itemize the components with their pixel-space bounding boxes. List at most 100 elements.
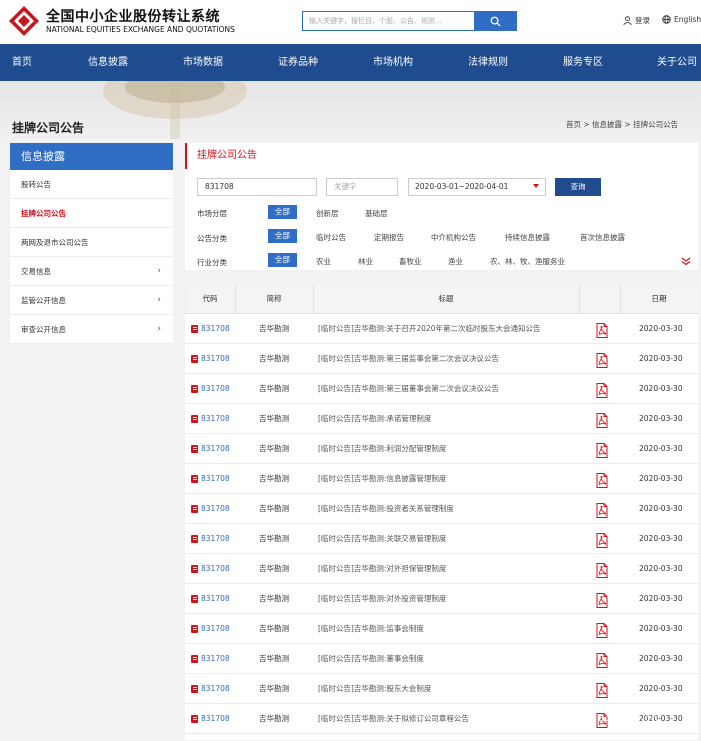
banner-image xyxy=(103,81,247,139)
stock-code-link[interactable]: 831708 xyxy=(191,644,230,674)
sidebar-item-regulatory-info[interactable]: 监管公开信息 › xyxy=(10,286,173,315)
logo-icon[interactable] xyxy=(8,5,40,37)
table-row[interactable]: 831708 吉华勘测 [临时公告]吉华勘测:信息披露管理制度 2020-03-30 xyxy=(185,464,698,494)
table-row[interactable]: 831708 吉华勘测 [临时公告]吉华勘测:监事会制度 2020-03-30 xyxy=(185,614,698,644)
pdf-download-button[interactable] xyxy=(596,471,608,488)
query-button[interactable]: 查询 xyxy=(555,178,601,196)
table-row[interactable]: 831708 吉华勘测 [临时公告]吉华勘测:承诺管理制度 2020-03-30 xyxy=(185,404,698,434)
filter-option-temporary[interactable]: 临时公告 xyxy=(316,232,346,243)
sidebar-item-trading-info[interactable]: 交易信息 › xyxy=(10,257,173,286)
pdf-download-button[interactable] xyxy=(596,321,608,338)
nav-item-home[interactable]: 首页 xyxy=(12,44,32,81)
pdf-download-button[interactable] xyxy=(596,651,608,668)
announcement-title-link[interactable]: [临时公告]吉华勘测:监事会制度 xyxy=(318,614,424,644)
announcement-title-link[interactable]: [临时公告]吉华勘测:投资者关系管理制度 xyxy=(318,494,454,524)
nav-item-about[interactable]: 关于公司 xyxy=(657,44,697,81)
announcement-title-link[interactable]: [临时公告]吉华勘测:信息披露管理制度 xyxy=(318,464,446,494)
table-row[interactable]: 831708 吉华勘测 [临时公告]吉华勘测:第三届董事会第二次会议决议公告 2020… xyxy=(185,374,698,404)
filter-option-tier-innovation[interactable]: 创新层 xyxy=(316,208,339,219)
table-row[interactable]: 831708 吉华勘测 [临时公告]吉华勘测:董事会制度 2020-03-30 xyxy=(185,644,698,674)
nav-item-market-data[interactable]: 市场数据 xyxy=(183,44,223,81)
stock-code-link[interactable]: 831708 xyxy=(191,464,230,494)
filter-option-continuous[interactable]: 持续信息披露 xyxy=(505,232,550,243)
filter-option-industry-all[interactable]: 全部 xyxy=(268,253,297,267)
table-row[interactable]: 831708 吉华勘测 [临时公告]吉华勘测:第三届监事会第二次会议决议公告 2020… xyxy=(185,344,698,374)
pdf-download-button[interactable] xyxy=(596,351,608,368)
search-button[interactable] xyxy=(474,11,517,31)
sidebar-item-exchange-notice[interactable]: 股转公告 xyxy=(10,170,173,199)
stock-code-link[interactable]: 831708 xyxy=(191,494,230,524)
filter-option-category-all[interactable]: 全部 xyxy=(268,229,297,243)
nav-item-institutions[interactable]: 市场机构 xyxy=(373,44,413,81)
stock-code-link[interactable]: 831708 xyxy=(191,674,230,704)
stock-code-link[interactable]: 831708 xyxy=(191,614,230,644)
announcement-title-link[interactable]: [临时公告]吉华勘测:利润分配管理制度 xyxy=(318,434,446,464)
table-row[interactable]: 831708 吉华勘测 [临时公告]吉华勘测:关于召开2020年第二次临时股东大会通… xyxy=(185,314,698,344)
announcement-date: 2020-03-30 xyxy=(639,654,683,663)
pdf-download-button[interactable] xyxy=(596,621,608,638)
stock-code-link[interactable]: 831708 xyxy=(191,374,230,404)
sidebar-item-review-info[interactable]: 审查公开信息 › xyxy=(10,315,173,344)
stock-code-link[interactable]: 831708 xyxy=(191,434,230,464)
stock-code-link[interactable]: 831708 xyxy=(191,314,230,344)
document-icon xyxy=(191,505,198,513)
breadcrumb[interactable]: 首页 > 信息披露 > 挂牌公司公告 xyxy=(566,119,678,130)
filter-option-initial[interactable]: 首次信息披露 xyxy=(580,232,625,243)
filter-option-tier-all[interactable]: 全部 xyxy=(268,205,297,219)
table-row[interactable]: 831708 吉华勘测 [临时公告]吉华勘测:关联交易管理制度 2020-03-30 xyxy=(185,524,698,554)
filter-option-agri-services[interactable]: 农、林、牧、渔服务业 xyxy=(490,256,565,267)
table-row[interactable]: 831708 吉华勘测 [临时公告]吉华勘测:投资者关系管理制度 2020-03-30 xyxy=(185,494,698,524)
pdf-download-button[interactable] xyxy=(596,381,608,398)
pdf-download-button[interactable] xyxy=(596,441,608,458)
table-row[interactable]: 831708 吉华勘测 [临时公告]吉华勘测:利润分配管理制度 2020-03-30 xyxy=(185,434,698,464)
table-row[interactable]: 831708 吉华勘测 [临时公告]吉华勘测:对外投资管理制度 2020-03-30 xyxy=(185,584,698,614)
nav-item-securities[interactable]: 证券品种 xyxy=(278,44,318,81)
stock-code-link[interactable]: 831708 xyxy=(191,524,230,554)
pdf-download-button[interactable] xyxy=(596,681,608,698)
stock-code-link[interactable]: 831708 xyxy=(191,554,230,584)
stock-code-link[interactable]: 831708 xyxy=(191,584,230,614)
nav-item-disclosure[interactable]: 信息披露 xyxy=(88,44,128,81)
nav-item-rules[interactable]: 法律规则 xyxy=(468,44,508,81)
login-link[interactable]: 登录 xyxy=(623,15,650,26)
expand-more-icon[interactable] xyxy=(681,256,691,266)
filter-option-periodic[interactable]: 定期报告 xyxy=(374,232,404,243)
announcement-title-link[interactable]: [临时公告]吉华勘测:第三届董事会第二次会议决议公告 xyxy=(318,374,499,404)
document-icon xyxy=(191,535,198,543)
announcement-title-link[interactable]: [临时公告]吉华勘测:关联交易管理制度 xyxy=(318,524,446,554)
announcement-title-link[interactable]: [临时公告]吉华勘测:对外投资管理制度 xyxy=(318,584,446,614)
pdf-download-button[interactable] xyxy=(596,591,608,608)
pdf-download-button[interactable] xyxy=(596,411,608,428)
sidebar-item-listed-announcements[interactable]: 挂牌公司公告 xyxy=(10,199,173,228)
date-range-select[interactable]: 2020-03-01~2020-04-01 xyxy=(408,178,546,196)
sidebar-item-delisted-announcements[interactable]: 两网及退市公司公告 xyxy=(10,228,173,257)
logo-title-cn[interactable]: 全国中小企业股份转让系统 xyxy=(46,6,220,26)
announcement-title-link[interactable]: [临时公告]吉华勘测:第三届监事会第二次会议决议公告 xyxy=(318,344,499,374)
sidebar-item-label: 挂牌公司公告 xyxy=(21,209,66,218)
search-input[interactable] xyxy=(302,11,475,31)
pdf-download-button[interactable] xyxy=(596,501,608,518)
stock-code-link[interactable]: 831708 xyxy=(191,344,230,374)
filter-option-agriculture[interactable]: 农业 xyxy=(316,256,331,267)
filter-option-livestock[interactable]: 畜牧业 xyxy=(399,256,422,267)
code-input[interactable]: 831708 xyxy=(197,178,317,196)
filter-option-fishery[interactable]: 渔业 xyxy=(448,256,463,267)
nav-item-services[interactable]: 服务专区 xyxy=(563,44,603,81)
keyword-input[interactable]: 关键字 xyxy=(326,178,398,196)
table-row[interactable]: 831708 吉华勘测 [临时公告]吉华勘测:对外担保管理制度 2020-03-30 xyxy=(185,554,698,584)
filter-option-intermediary[interactable]: 中介机构公告 xyxy=(431,232,476,243)
stock-code-link[interactable]: 831708 xyxy=(191,404,230,434)
pdf-download-button[interactable] xyxy=(596,531,608,548)
pdf-download-button[interactable] xyxy=(596,561,608,578)
english-link[interactable]: English xyxy=(662,15,701,24)
stock-code-link[interactable]: 831708 xyxy=(191,704,230,734)
announcement-title-link[interactable]: [临时公告]吉华勘测:关于召开2020年第二次临时股东大会通知公告 xyxy=(318,314,540,344)
filter-option-tier-basic[interactable]: 基础层 xyxy=(365,208,388,219)
table-row[interactable]: 831708 吉华勘测 [临时公告]吉华勘测:股东大会制度 2020-03-30 xyxy=(185,674,698,704)
filter-option-forestry[interactable]: 林业 xyxy=(358,256,373,267)
announcement-title-link[interactable]: [临时公告]吉华勘测:股东大会制度 xyxy=(318,674,431,704)
announcement-title-link[interactable]: [临时公告]吉华勘测:关于拟修订公司章程公告 xyxy=(318,704,469,734)
announcement-title-link[interactable]: [临时公告]吉华勘测:对外担保管理制度 xyxy=(318,554,446,584)
announcement-title-link[interactable]: [临时公告]吉华勘测:承诺管理制度 xyxy=(318,404,431,434)
announcement-title-link[interactable]: [临时公告]吉华勘测:董事会制度 xyxy=(318,644,424,674)
